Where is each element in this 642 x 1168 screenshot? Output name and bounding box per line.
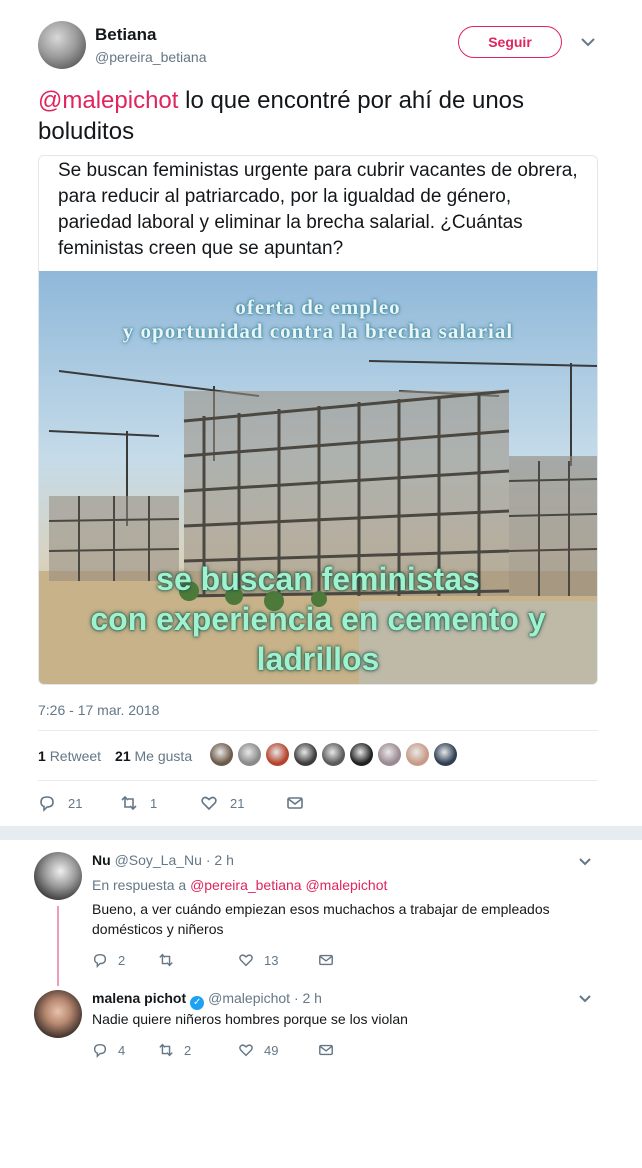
divider [38,730,598,731]
reply-author-name[interactable]: malena pichot [92,990,186,1006]
like-button[interactable]: 21 [200,794,286,812]
like-button[interactable]: 13 [238,952,318,968]
retweet-label: Retweet [49,748,102,764]
construction-photo[interactable]: oferta de empleo y oportunidad contra la… [39,271,597,684]
divider [38,780,598,781]
reply-count: 4 [118,1042,126,1058]
reply-count: 2 [118,952,126,968]
reply-time[interactable]: · 2 h [294,990,322,1006]
retweet-button[interactable] [158,952,238,968]
section-separator [0,826,642,840]
liker-avatar[interactable] [322,743,345,766]
like-label: Me gusta [134,748,193,764]
reply-icon [93,953,107,968]
retweet-stat[interactable]: 1 Retweet [38,748,101,764]
liker-avatar[interactable] [294,743,317,766]
quoted-text: Se buscan feministas urgente para cubrir… [58,160,578,259]
reply-author-handle[interactable]: @malepichot [208,990,290,1006]
message-button[interactable] [286,794,304,812]
overlay-line-3: se buscan feministas [156,561,480,597]
envelope-icon [319,954,333,966]
retweet-count: 1 [38,748,46,764]
like-button[interactable]: 49 [238,1042,318,1058]
author-name[interactable]: Betiana [95,25,156,45]
retweet-icon [159,953,173,967]
mention-link[interactable]: @malepichot [38,87,178,114]
retweet-icon [159,1043,173,1057]
avatar[interactable] [34,852,82,900]
reply-text: Bueno, a ver cuándo empiezan esos muchac… [92,901,550,937]
heart-icon [239,954,253,967]
overlay-caption: se buscan feministas con experiencia en … [39,559,597,679]
tweet-text: @malepichot lo que encontré por ahí de u… [38,85,598,147]
quoted-tweet[interactable]: Se buscan feministas urgente para cubrir… [38,155,598,685]
reply-tweet[interactable]: malena pichot ✓ @malepichot · 2 h Nadie qu… [0,980,642,1070]
liker-avatar[interactable] [266,743,289,766]
retweet-count: 2 [184,1042,192,1058]
thread-line [57,906,59,986]
main-tweet: Betiana @pereira_betiana Seguir @malepic… [0,0,642,826]
reply-icon [93,1043,107,1058]
reply-tweet[interactable]: Nu @Soy_La_Nu · 2 h En respuesta a @pere… [0,840,642,990]
reply-author-handle[interactable]: @Soy_La_Nu [115,852,202,868]
like-action-count: 21 [230,795,245,811]
heart-icon [239,1044,253,1057]
retweet-button[interactable]: 2 [158,1042,238,1058]
reply-actions: 2 13 [92,952,334,968]
liker-avatar[interactable] [406,743,429,766]
retweet-icon [121,795,137,811]
reply-header: malena pichot ✓ @malepichot · 2 h [92,990,322,1010]
in-reply-users[interactable]: @pereira_betiana @malepichot [190,877,387,893]
message-button[interactable] [318,952,334,968]
reply-header: Nu @Soy_La_Nu · 2 h [92,852,234,868]
retweet-action-count: 1 [150,795,158,811]
reply-icon [40,796,54,812]
overlay-line-2: y oportunidad contra la brecha salarial [122,319,514,343]
chevron-down-icon[interactable] [578,994,592,1004]
author-handle[interactable]: @pereira_betiana [95,49,207,65]
tweet-actions: 21 1 21 [38,794,304,812]
tweet-stats: 1 Retweet 21 Me gusta [38,748,192,764]
overlay-headline: oferta de empleo y oportunidad contra la… [39,295,597,343]
envelope-icon [287,797,303,809]
reply-author-name[interactable]: Nu [92,852,111,868]
liker-avatar[interactable] [210,743,233,766]
heart-icon [201,796,217,811]
chevron-down-icon[interactable] [578,857,592,867]
reply-button[interactable]: 21 [38,794,120,812]
like-stat[interactable]: 21 Me gusta [115,748,192,764]
avatar[interactable] [34,990,82,1038]
tweet-timestamp[interactable]: 7:26 - 17 mar. 2018 [38,702,159,718]
liker-avatar[interactable] [238,743,261,766]
in-reply-label: En respuesta a [92,877,187,893]
like-count: 49 [264,1042,279,1058]
verified-icon: ✓ [190,996,205,1010]
in-reply-to: En respuesta a @pereira_betiana @malepic… [92,877,387,893]
reply-count: 21 [68,795,83,811]
envelope-icon [319,1044,333,1056]
retweet-button[interactable]: 1 [120,794,200,812]
overlay-line-1: oferta de empleo [235,295,401,319]
chevron-down-icon[interactable] [580,36,596,48]
liker-avatar[interactable] [434,743,457,766]
likers-avatars [210,743,457,766]
liker-avatar[interactable] [350,743,373,766]
like-count: 21 [115,748,131,764]
reply-time[interactable]: · 2 h [206,852,234,868]
reply-actions: 4 2 49 [92,1042,334,1058]
author-avatar[interactable] [38,21,86,69]
reply-text: Nadie quiere niñeros hombres porque se l… [92,1011,408,1027]
like-count: 13 [264,952,279,968]
liker-avatar[interactable] [378,743,401,766]
overlay-line-4: con experiencia en cemento y ladrillos [90,601,546,677]
reply-button[interactable]: 4 [92,1042,158,1058]
reply-button[interactable]: 2 [92,952,158,968]
follow-button[interactable]: Seguir [458,26,562,58]
message-button[interactable] [318,1042,334,1058]
